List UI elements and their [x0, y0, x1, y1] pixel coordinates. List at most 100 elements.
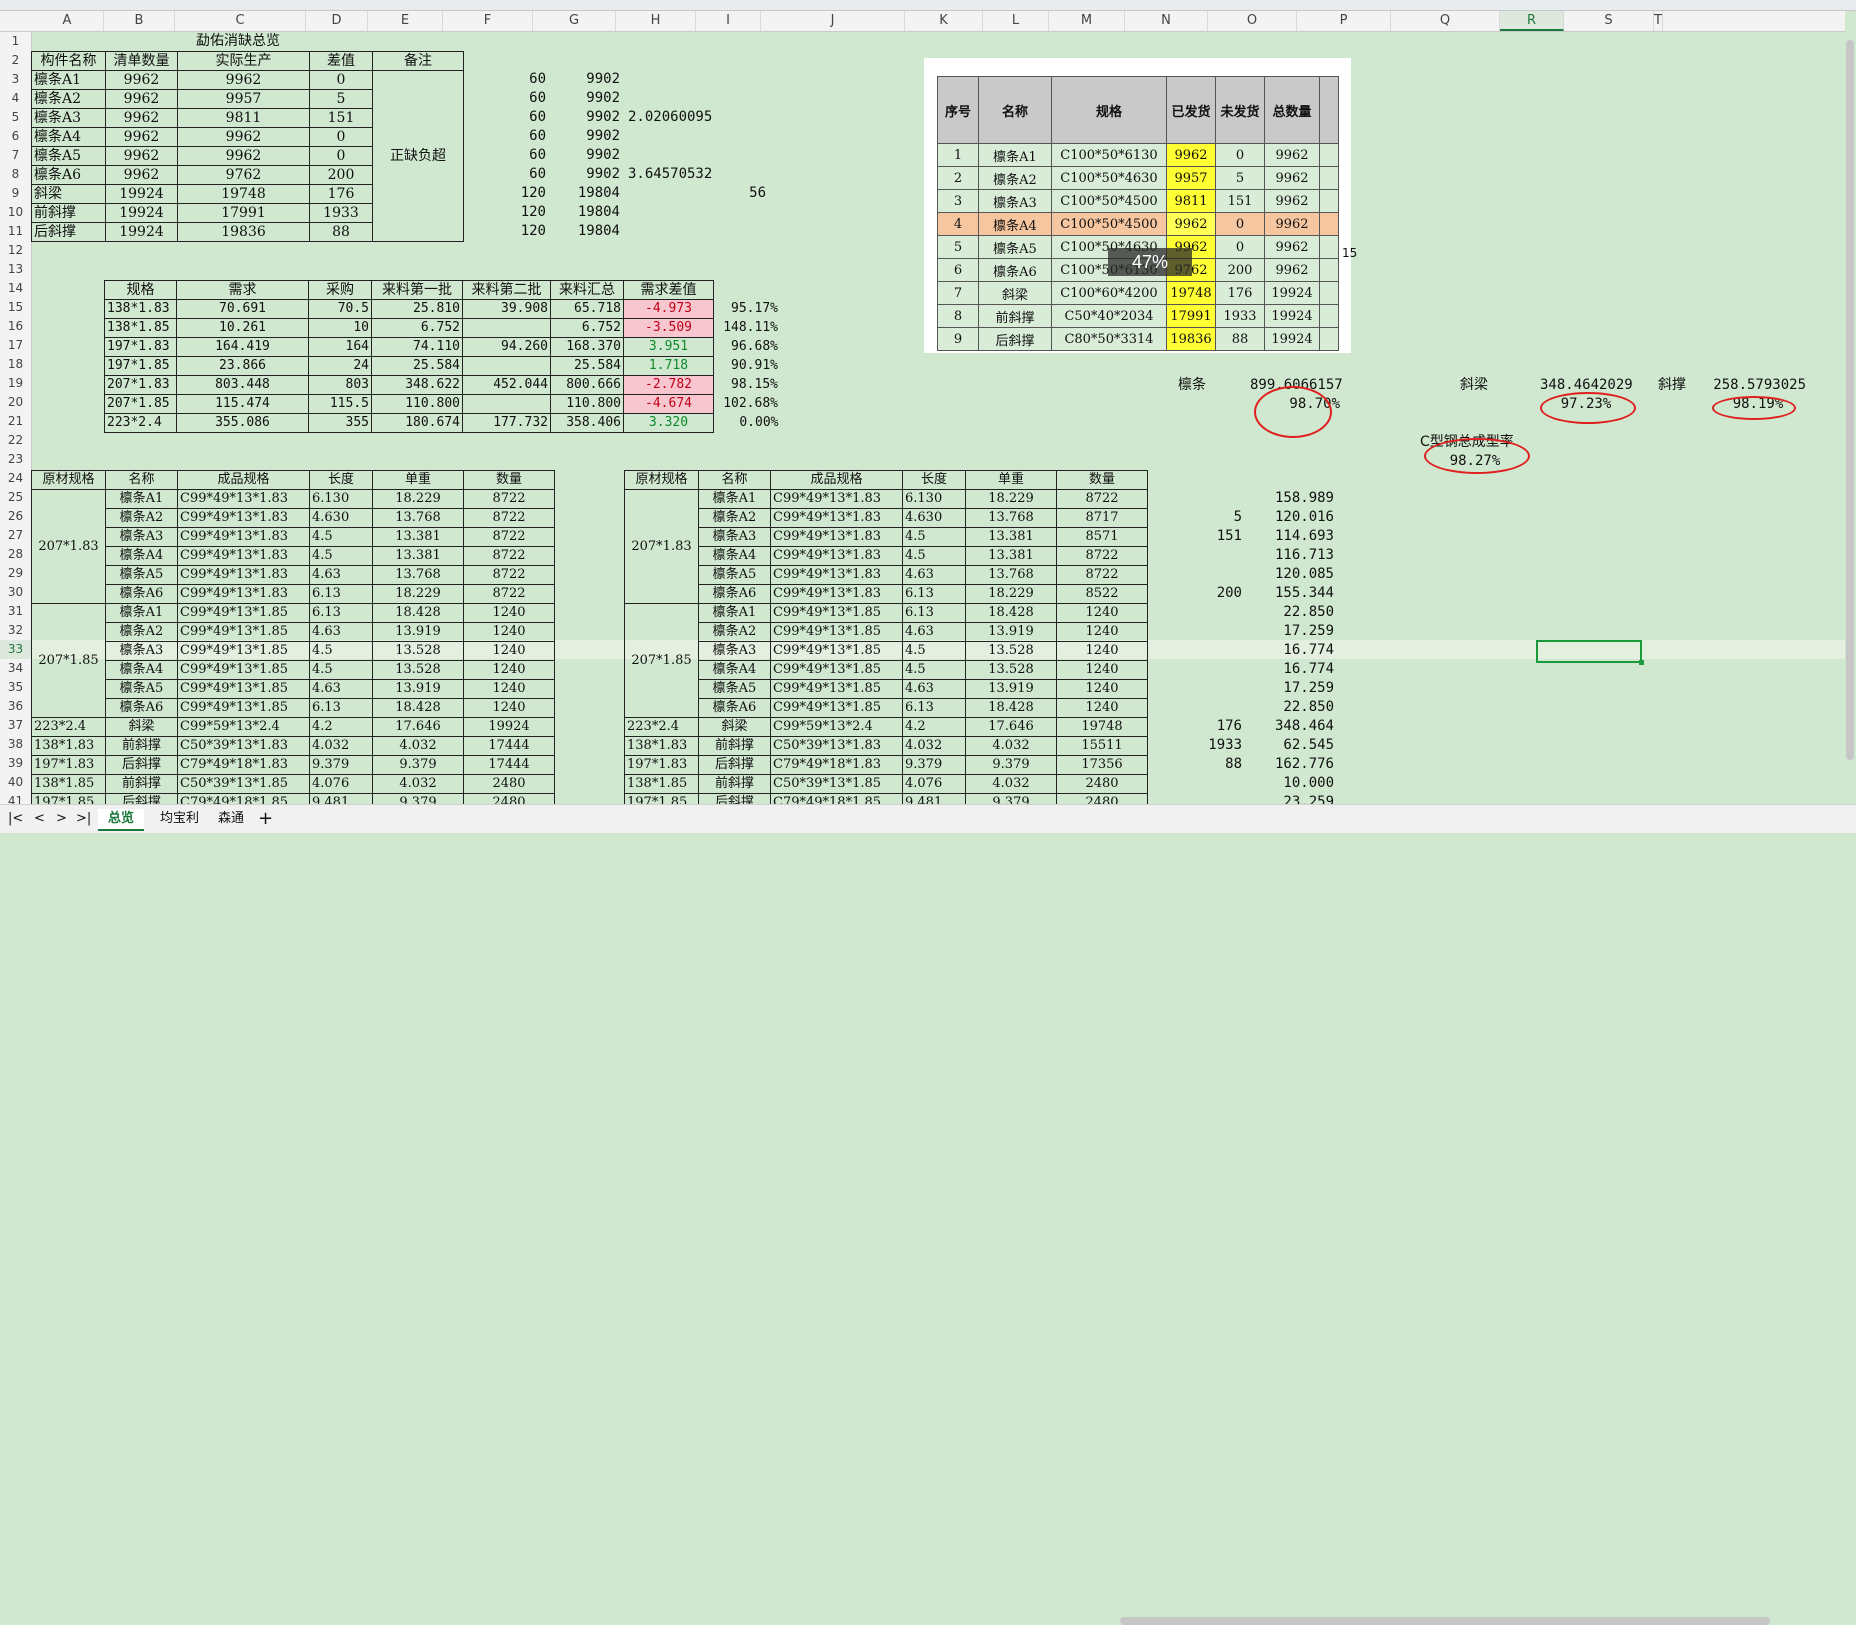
shipment-cell: 19924 — [1264, 281, 1320, 305]
column-headers[interactable]: ABCDEFGHIJKLMNOPQRST — [0, 11, 1845, 32]
row-header-17[interactable]: 17 — [0, 336, 31, 355]
raw-cell: C79*49*18*1.83 — [770, 755, 903, 775]
demand-cell: 207*1.85 — [104, 394, 177, 414]
row-header-10[interactable]: 10 — [0, 203, 31, 222]
column-header-A[interactable]: A — [31, 11, 104, 31]
pasted-shipment-image[interactable]: 序号 名称 规格 已发货 未发货 总数量 1 檩条A1 C100*50*6130 9962 0 996… — [924, 58, 1357, 353]
column-header-G[interactable]: G — [533, 11, 616, 31]
row-header-13[interactable]: 13 — [0, 260, 31, 279]
raw-cell: 17356 — [1056, 755, 1148, 775]
row-header-15[interactable]: 15 — [0, 298, 31, 317]
raw-cell: 13.919 — [372, 622, 464, 642]
raw-cell: 6.130 — [309, 489, 373, 509]
row-header-23[interactable]: 23 — [0, 450, 31, 469]
row-header-20[interactable]: 20 — [0, 393, 31, 412]
column-header-S[interactable]: S — [1564, 11, 1654, 31]
raw-cell: 19748 — [1056, 717, 1148, 737]
shipment-cell: C80*50*3314 — [1051, 327, 1167, 351]
row-header-34[interactable]: 34 — [0, 659, 31, 678]
demand-cell: 803 — [308, 375, 372, 395]
tab-junbaoli[interactable]: 均宝利 — [150, 809, 209, 829]
raw-cell: C99*49*13*1.85 — [770, 603, 903, 623]
horizontal-scrollbar[interactable] — [1120, 1617, 1770, 1625]
column-header-H[interactable]: H — [616, 11, 696, 31]
column-header-O[interactable]: O — [1208, 11, 1297, 31]
raw-cell: C99*49*13*1.83 — [770, 546, 903, 566]
row-header-27[interactable]: 27 — [0, 526, 31, 545]
row-header-30[interactable]: 30 — [0, 583, 31, 602]
raw-header: 名称 — [105, 470, 178, 490]
column-header-J[interactable]: J — [761, 11, 905, 31]
next-sheet-nav[interactable]: > — [56, 809, 67, 829]
row-header-2[interactable]: 2 — [0, 51, 31, 70]
column-header-P[interactable]: P — [1297, 11, 1391, 31]
column-header-D[interactable]: D — [306, 11, 368, 31]
column-header-K[interactable]: K — [905, 11, 983, 31]
col-o-value: 22.850 — [1283, 699, 1334, 715]
row-header-35[interactable]: 35 — [0, 678, 31, 697]
col-f-value: 120 — [520, 185, 546, 201]
image-side-number: 15 — [1342, 246, 1358, 260]
row-header-16[interactable]: 16 — [0, 317, 31, 336]
row-header-29[interactable]: 29 — [0, 564, 31, 583]
column-header-B[interactable]: B — [104, 11, 175, 31]
raw-cell: C99*49*13*1.85 — [177, 641, 310, 661]
column-header-Q[interactable]: Q — [1391, 11, 1500, 31]
row-headers[interactable]: 1 2 3 4 5 6 7 8 9 10 11 12 13 14 15 16 17 18 19 20 21 22 23 24 2… — [0, 32, 32, 808]
tab-sentong[interactable]: 森通 — [208, 809, 254, 829]
row-header-36[interactable]: 36 — [0, 697, 31, 716]
row-header-19[interactable]: 19 — [0, 374, 31, 393]
row-header-12[interactable]: 12 — [0, 241, 31, 260]
column-header-N[interactable]: N — [1125, 11, 1208, 31]
row-header-37[interactable]: 37 — [0, 716, 31, 735]
row-header-7[interactable]: 7 — [0, 146, 31, 165]
shipment-cell: 2 — [937, 166, 979, 190]
last-sheet-nav[interactable]: >| — [76, 809, 91, 829]
column-header-C[interactable]: C — [175, 11, 306, 31]
raw-cell: 18.229 — [965, 489, 1057, 509]
row-header-9[interactable]: 9 — [0, 184, 31, 203]
row-header-22[interactable]: 22 — [0, 431, 31, 450]
first-sheet-nav[interactable]: |< — [8, 809, 23, 829]
active-cell-r33[interactable] — [1536, 640, 1644, 665]
raw-cell: 后斜撑 — [698, 755, 771, 775]
column-header-F[interactable]: F — [443, 11, 533, 31]
column-header-L[interactable]: L — [983, 11, 1049, 31]
vertical-scrollbar[interactable] — [1846, 40, 1854, 760]
column-header-I[interactable]: I — [696, 11, 761, 31]
col-o-value: 62.545 — [1283, 737, 1334, 753]
row-header-6[interactable]: 6 — [0, 127, 31, 146]
prev-sheet-nav[interactable]: < — [34, 809, 45, 829]
row-header-1[interactable]: 1 — [0, 32, 31, 51]
column-header-R[interactable]: R — [1500, 11, 1564, 31]
row-header-21[interactable]: 21 — [0, 412, 31, 431]
stat-label-purlin: 檩条 — [1178, 377, 1206, 393]
row-header-31[interactable]: 31 — [0, 602, 31, 621]
row-header-28[interactable]: 28 — [0, 545, 31, 564]
row-header-8[interactable]: 8 — [0, 165, 31, 184]
row-header-11[interactable]: 11 — [0, 222, 31, 241]
raw-cell: 8722 — [463, 489, 555, 509]
shipment-header: 已发货 — [1166, 76, 1216, 144]
row-header-32[interactable]: 32 — [0, 621, 31, 640]
row-header-5[interactable]: 5 — [0, 108, 31, 127]
row-header-39[interactable]: 39 — [0, 754, 31, 773]
raw-cell: 檩条A6 — [105, 584, 178, 604]
add-sheet-button[interactable]: + — [258, 809, 273, 829]
row-header-38[interactable]: 38 — [0, 735, 31, 754]
row-header-40[interactable]: 40 — [0, 773, 31, 792]
row-header-25[interactable]: 25 — [0, 488, 31, 507]
row-header-4[interactable]: 4 — [0, 89, 31, 108]
row-header-3[interactable]: 3 — [0, 70, 31, 89]
row-header-26[interactable]: 26 — [0, 507, 31, 526]
column-header-M[interactable]: M — [1049, 11, 1125, 31]
component-name: 檩条A4 — [31, 127, 106, 147]
row-header-24[interactable]: 24 — [0, 469, 31, 488]
column-header-T[interactable]: T — [1654, 11, 1663, 31]
raw-header: 成品规格 — [770, 470, 903, 490]
row-header-14[interactable]: 14 — [0, 279, 31, 298]
row-header-33[interactable]: 33 — [0, 640, 31, 659]
row-header-18[interactable]: 18 — [0, 355, 31, 374]
tab-overview[interactable]: 总览 — [98, 809, 145, 831]
column-header-E[interactable]: E — [368, 11, 443, 31]
